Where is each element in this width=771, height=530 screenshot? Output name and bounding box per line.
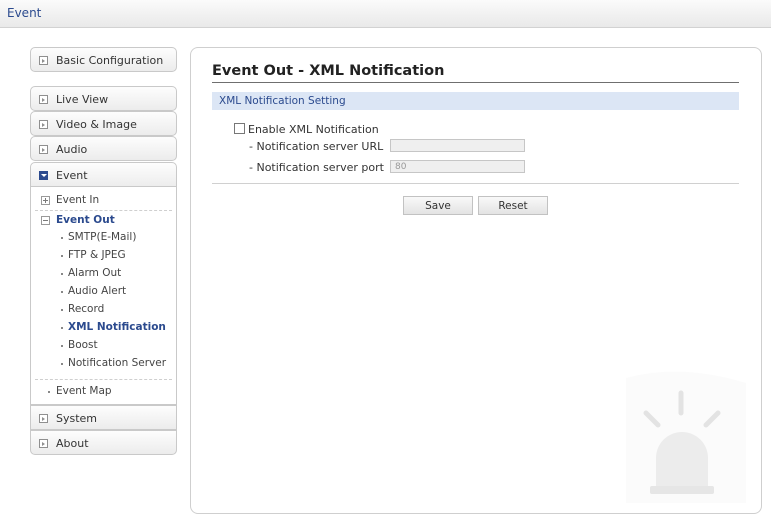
sidebar-item-label: Audio xyxy=(56,143,88,156)
submenu-record[interactable]: Record xyxy=(68,303,104,315)
sidebar-item-label: System xyxy=(56,412,98,425)
expand-box-icon xyxy=(39,95,48,104)
page-section-title: Event xyxy=(7,6,42,20)
sidebar-item-about[interactable]: About xyxy=(30,430,177,455)
save-button[interactable]: Save xyxy=(403,196,473,215)
sidebar-item-label: Video & Image xyxy=(56,118,137,131)
sidebar-item-basic-configuration[interactable]: Basic Configuration xyxy=(30,47,177,72)
minus-icon[interactable] xyxy=(41,216,50,225)
bullet-icon xyxy=(61,363,63,365)
submenu-audio-alert[interactable]: Audio Alert xyxy=(68,285,126,297)
server-url-input[interactable] xyxy=(390,139,525,152)
divider xyxy=(35,379,172,380)
submenu-xml-notification[interactable]: XML Notification xyxy=(68,321,166,333)
submenu-ftp-jpeg[interactable]: FTP & JPEG xyxy=(68,249,126,261)
title-underline xyxy=(212,82,739,83)
server-url-label: - Notification server URL xyxy=(249,140,384,153)
submenu-event-in[interactable]: Event In xyxy=(56,194,99,206)
enable-xml-notification-label: Enable XML Notification xyxy=(248,123,379,136)
submenu-event-out[interactable]: Event Out xyxy=(56,214,115,226)
collapse-box-icon xyxy=(39,171,48,180)
sidebar: Basic Configuration Live View Video & Im… xyxy=(30,47,177,457)
expand-box-icon xyxy=(39,145,48,154)
sidebar-item-video-image[interactable]: Video & Image xyxy=(30,111,177,136)
reset-button[interactable]: Reset xyxy=(478,196,548,215)
server-port-label: - Notification server port xyxy=(249,161,384,174)
server-port-input[interactable] xyxy=(390,160,525,173)
divider xyxy=(212,183,739,184)
bullet-icon xyxy=(61,327,63,329)
submenu-smtp[interactable]: SMTP(E-Mail) xyxy=(68,231,136,243)
sidebar-item-live-view[interactable]: Live View xyxy=(30,86,177,111)
expand-box-icon xyxy=(39,120,48,129)
sidebar-item-label: Event xyxy=(56,169,88,182)
sidebar-item-audio[interactable]: Audio xyxy=(30,136,177,161)
sidebar-item-label: Live View xyxy=(56,93,109,106)
plus-icon[interactable] xyxy=(41,196,50,205)
sidebar-item-event[interactable]: Event xyxy=(30,162,177,187)
submenu-boost[interactable]: Boost xyxy=(68,339,98,351)
bullet-icon xyxy=(61,345,63,347)
sidebar-item-system[interactable]: System xyxy=(30,405,177,430)
expand-box-icon xyxy=(39,414,48,423)
page-title: Event Out - XML Notification xyxy=(212,63,445,79)
event-submenu: Event In Event Out SMTP(E-Mail) FTP & JP… xyxy=(30,187,177,405)
alarm-light-icon xyxy=(626,371,746,503)
submenu-alarm-out[interactable]: Alarm Out xyxy=(68,267,121,279)
section-header: XML Notification Setting xyxy=(212,92,739,110)
enable-xml-notification-checkbox[interactable] xyxy=(234,123,245,134)
bullet-icon xyxy=(61,255,63,257)
divider xyxy=(35,210,172,211)
bullet-icon xyxy=(61,273,63,275)
expand-box-icon xyxy=(39,56,48,65)
section-header-label: XML Notification Setting xyxy=(219,95,346,107)
expand-box-icon xyxy=(39,439,48,448)
bullet-icon xyxy=(61,291,63,293)
bullet-icon xyxy=(61,237,63,239)
bullet-icon xyxy=(48,391,50,393)
content-panel: Event Out - XML Notification XML Notific… xyxy=(190,47,762,514)
title-bar: Event xyxy=(0,0,771,28)
sidebar-item-label: About xyxy=(56,437,89,450)
sidebar-item-label: Basic Configuration xyxy=(56,54,164,67)
submenu-event-map[interactable]: Event Map xyxy=(56,385,112,397)
submenu-notification-server[interactable]: Notification Server xyxy=(68,357,166,369)
bullet-icon xyxy=(61,309,63,311)
